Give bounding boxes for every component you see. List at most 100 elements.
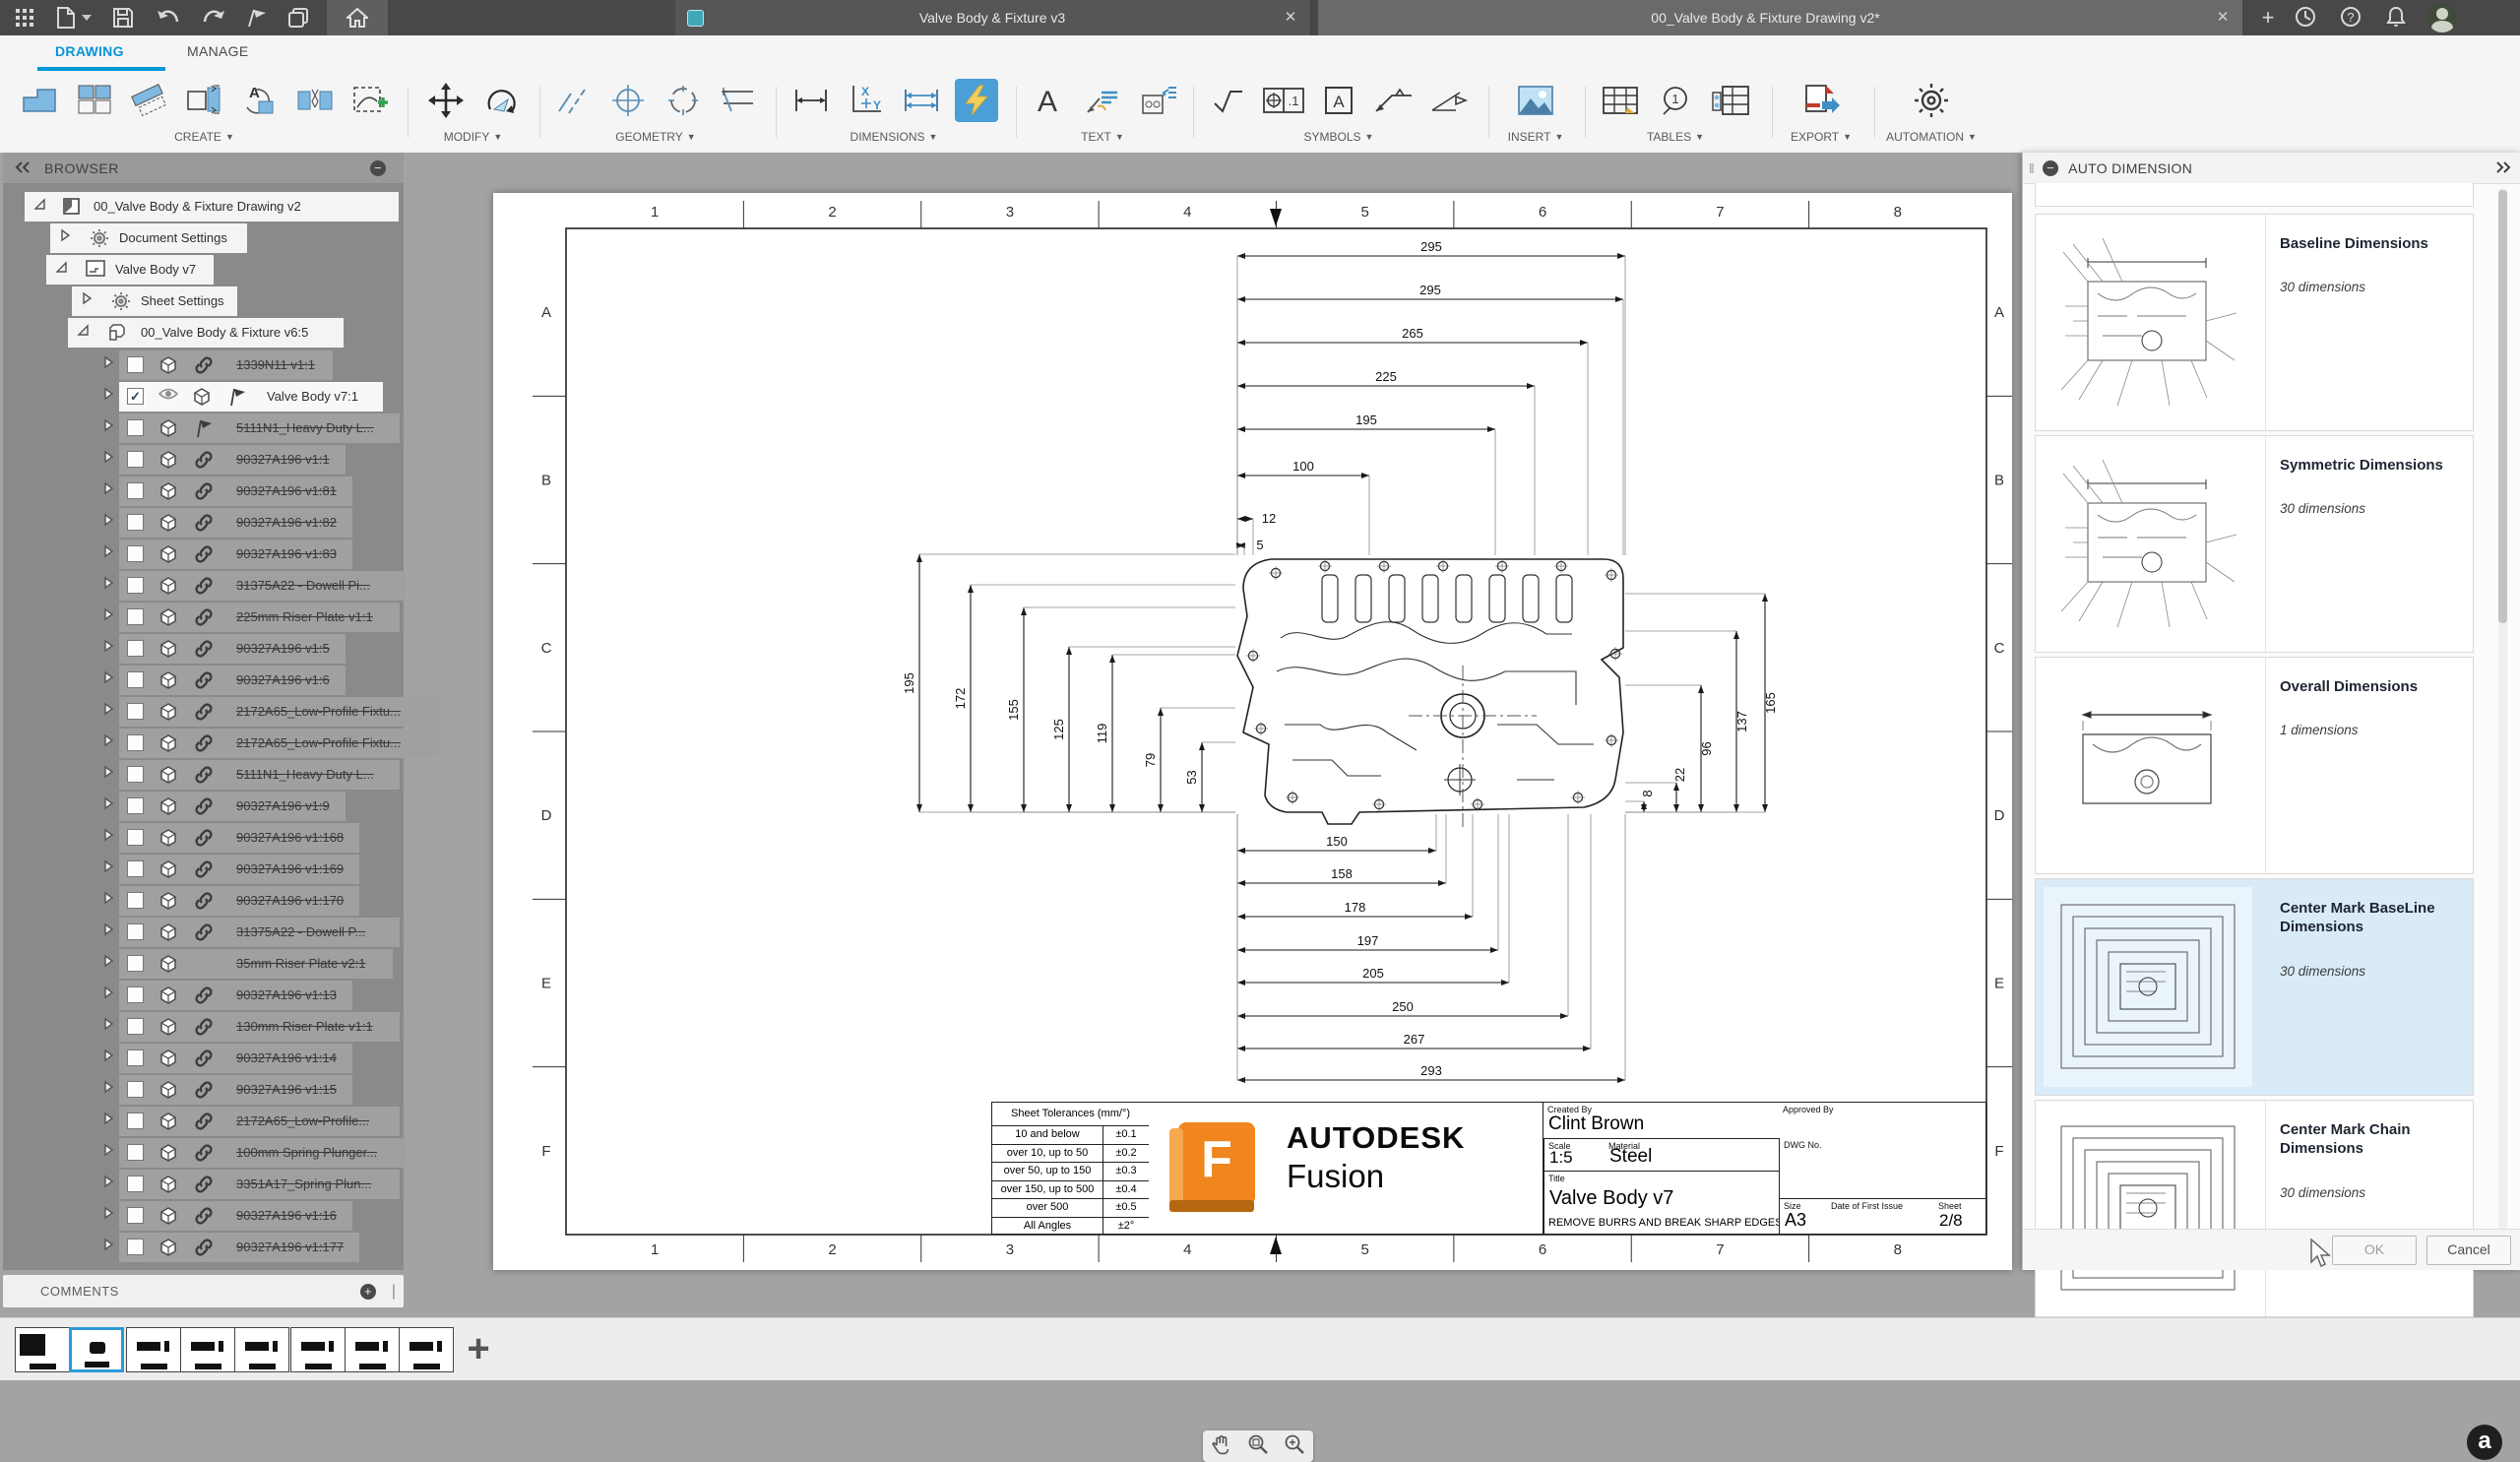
collapse-all-icon[interactable]: −: [370, 160, 386, 176]
ok-button[interactable]: OK: [2332, 1236, 2417, 1265]
sheet-thumbnail[interactable]: [290, 1327, 346, 1372]
expand-closed-icon[interactable]: [101, 670, 121, 690]
browser-component-row[interactable]: 1339N11 v1:1: [3, 350, 404, 380]
sheet-thumbnail[interactable]: [180, 1327, 235, 1372]
browser-component-row[interactable]: 90327A196 v1:82: [3, 508, 404, 538]
visibility-checkbox[interactable]: [127, 356, 144, 373]
visibility-checkbox[interactable]: [127, 955, 144, 972]
expand-closed-icon[interactable]: [101, 387, 121, 407]
text-icon[interactable]: A: [1026, 79, 1069, 122]
link-icon[interactable]: [194, 859, 214, 879]
browser-item-sheet-valve-body-v7[interactable]: Valve Body v7: [3, 255, 404, 285]
browser-component-row[interactable]: 90327A196 v1:13: [3, 981, 404, 1010]
expand-closed-icon[interactable]: [101, 1017, 121, 1037]
visibility-checkbox[interactable]: [127, 1239, 144, 1255]
expand-closed-icon[interactable]: [101, 1206, 121, 1226]
flag-icon[interactable]: [194, 418, 214, 438]
expand-closed-icon[interactable]: [101, 828, 121, 848]
component-cube-icon[interactable]: [158, 544, 178, 564]
scrollbar-thumb[interactable]: [2498, 190, 2507, 623]
component-cube-icon[interactable]: [158, 450, 178, 470]
link-icon[interactable]: [194, 481, 214, 501]
expand-closed-icon[interactable]: [101, 481, 121, 501]
panel-drag-handle[interactable]: ‖: [2029, 160, 2035, 176]
automation-gear-icon[interactable]: [1910, 79, 1953, 122]
link-icon[interactable]: [194, 576, 214, 596]
component-cube-icon[interactable]: [158, 796, 178, 816]
browser-component-row[interactable]: 2172A65_Low-Profile...: [3, 1107, 404, 1136]
browser-component-row[interactable]: 2172A65_Low-Profile Fixtu...: [3, 729, 404, 758]
browser-component-row[interactable]: 35mm Riser Plate v2:1: [3, 949, 404, 979]
assistant-icon[interactable]: a: [2467, 1425, 2502, 1460]
browser-component-row[interactable]: 5111N1_Heavy Duty L...: [3, 760, 404, 790]
component-cube-icon[interactable]: [158, 828, 178, 848]
component-cube-icon[interactable]: [158, 1206, 178, 1226]
help-icon[interactable]: ?: [2339, 5, 2364, 31]
expand-closed-icon[interactable]: [101, 513, 121, 533]
ribbon-group-label[interactable]: INSERT▼: [1508, 130, 1564, 144]
component-cube-icon[interactable]: [158, 765, 178, 785]
browser-component-row[interactable]: 5111N1_Heavy Duty L...: [3, 413, 404, 443]
visibility-checkbox[interactable]: [127, 451, 144, 468]
close-tab-icon[interactable]: ✕: [2213, 8, 2233, 28]
visibility-checkbox[interactable]: [127, 1144, 144, 1161]
link-icon[interactable]: [194, 1143, 214, 1163]
visibility-checkbox[interactable]: [127, 1081, 144, 1098]
center-mark-icon[interactable]: [606, 79, 650, 122]
visibility-checkbox[interactable]: [127, 1018, 144, 1035]
expand-closed-icon[interactable]: [101, 796, 121, 816]
visibility-checkbox[interactable]: [127, 829, 144, 846]
center-mark-pattern-icon[interactable]: [662, 79, 705, 122]
link-icon[interactable]: [194, 670, 214, 690]
browser-component-row[interactable]: 90327A196 v1:168: [3, 823, 404, 853]
component-cube-icon[interactable]: [158, 1112, 178, 1131]
browser-component-row[interactable]: 90327A196 v1:14: [3, 1044, 404, 1073]
undo-icon[interactable]: [156, 5, 181, 31]
asm-icon[interactable]: [107, 323, 127, 343]
ribbon-group-label[interactable]: CREATE▼: [174, 130, 234, 144]
browser-component-row[interactable]: 90327A196 v1:9: [3, 792, 404, 821]
copy-stack-icon[interactable]: [285, 5, 311, 31]
expand-closed-icon[interactable]: [101, 607, 121, 627]
component-cube-icon[interactable]: [158, 922, 178, 942]
component-cube-icon[interactable]: [158, 1175, 178, 1194]
browser-component-row[interactable]: 90327A196 v1:15: [3, 1075, 404, 1105]
sheet-thumbnail[interactable]: [126, 1327, 181, 1372]
browser-item-drawing-root[interactable]: 00_Valve Body & Fixture Drawing v2: [3, 192, 404, 222]
expand-closed-icon[interactable]: [101, 1112, 121, 1131]
panel-expand-right-icon[interactable]: [2495, 160, 2511, 176]
visibility-checkbox[interactable]: [127, 797, 144, 814]
expand-closed-icon[interactable]: [101, 922, 121, 942]
auto-dimension-option-card[interactable]: Center Mark Chain Dimensions30 dimension…: [2035, 1100, 2474, 1317]
zoom-window-icon[interactable]: [1247, 1433, 1269, 1460]
browser-item-assembly[interactable]: 00_Valve Body & Fixture v6:5: [3, 318, 404, 348]
collapse-panel-icon[interactable]: [15, 160, 31, 176]
surface-texture-icon[interactable]: [1207, 79, 1250, 122]
weld-symbol-icon[interactable]: [1372, 79, 1416, 122]
component-cube-icon[interactable]: [192, 387, 212, 407]
cancel-button[interactable]: Cancel: [2426, 1236, 2511, 1265]
balloon-icon[interactable]: 1: [1654, 79, 1697, 122]
visibility-checkbox[interactable]: [127, 1049, 144, 1066]
link-icon[interactable]: [194, 639, 214, 659]
link-icon[interactable]: [194, 985, 214, 1005]
component-cube-icon[interactable]: [158, 670, 178, 690]
sheet-thumbnail[interactable]: [15, 1327, 70, 1372]
component-cube-icon[interactable]: [158, 1080, 178, 1100]
expand-closed-icon[interactable]: [101, 639, 121, 659]
browser-component-row[interactable]: 90327A196 v1:177: [3, 1233, 404, 1262]
browser-item-sheet-settings[interactable]: Sheet Settings: [3, 286, 404, 316]
ordinate-dimension-icon[interactable]: XY: [845, 79, 888, 122]
ribbon-group-label[interactable]: TABLES▼: [1647, 130, 1704, 144]
auto-dimension-option-card[interactable]: Baseline Dimensions30 dimensions: [2035, 214, 2474, 431]
browser-component-row[interactable]: 31375A22 - Dowell P...: [3, 918, 404, 947]
expand-open-icon[interactable]: [32, 197, 52, 217]
broken-out-section-icon[interactable]: [183, 79, 226, 122]
link-icon[interactable]: [194, 828, 214, 848]
link-icon[interactable]: [194, 544, 214, 564]
expand-closed-icon[interactable]: [101, 891, 121, 911]
visibility-checkbox[interactable]: [127, 703, 144, 720]
visibility-checkbox[interactable]: [127, 986, 144, 1003]
visibility-checkbox[interactable]: [127, 577, 144, 594]
link-icon[interactable]: [194, 1238, 214, 1257]
